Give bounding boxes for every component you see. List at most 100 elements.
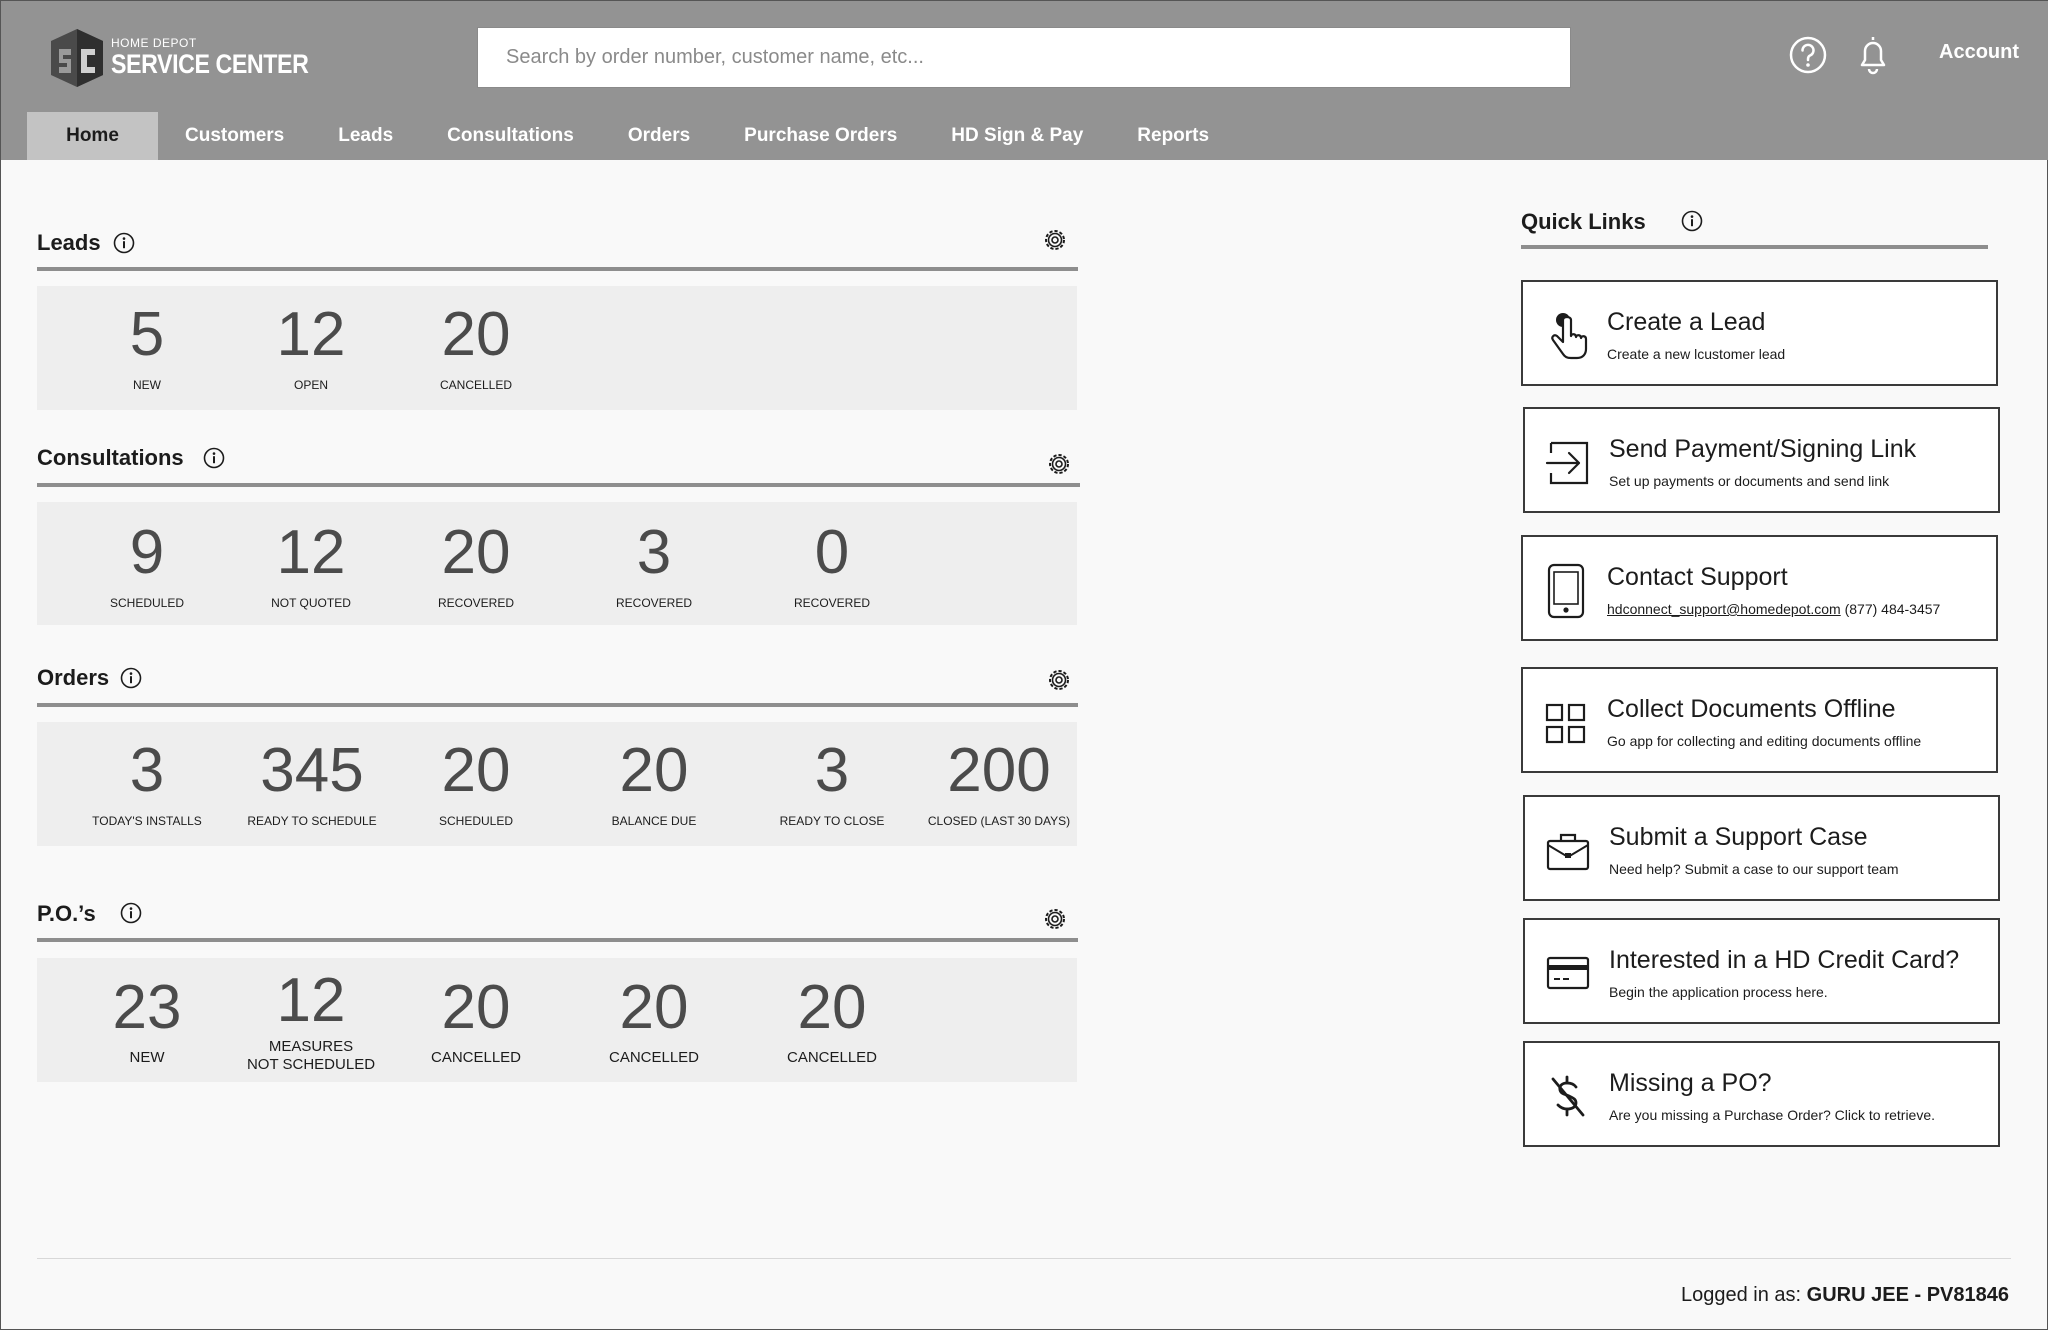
consultations-stat-not-quoted[interactable]: 12 NOT QUOTED xyxy=(221,522,401,612)
no-dollar-icon xyxy=(1551,1075,1585,1117)
nav-hd-sign-pay[interactable]: HD Sign & Pay xyxy=(924,112,1110,160)
stat-label: CANCELLED xyxy=(608,1049,700,1066)
help-icon[interactable] xyxy=(1788,35,1828,75)
notification-bell-icon[interactable] xyxy=(1853,33,1893,77)
logged-in-status: Logged in as: GURU JEE - PV81846 xyxy=(1681,1284,2009,1307)
stat-value: 345 xyxy=(260,736,364,805)
logo-top-text: HOME DEPOT xyxy=(111,36,197,50)
footer-divider xyxy=(37,1258,2011,1259)
stat-value: 12 xyxy=(276,300,346,369)
nav-reports[interactable]: Reports xyxy=(1110,112,1236,160)
pos-stat-cancelled[interactable]: 20 CANCELLED xyxy=(564,977,744,1067)
credit-card-icon xyxy=(1546,956,1590,990)
stat-label: CANCELLED xyxy=(786,1049,878,1066)
quick-link-send-payment-link[interactable]: Send Payment/Signing Link Set up payment… xyxy=(1523,407,2000,513)
stat-label: CANCELLED xyxy=(430,1049,522,1066)
pos-stat-new[interactable]: 23 NEW xyxy=(57,977,237,1067)
stat-value: 20 xyxy=(441,300,511,369)
search-input[interactable]: Search by order number, customer name, e… xyxy=(477,27,1571,88)
stat-value: 23 xyxy=(112,973,182,1042)
orders-stat-todays-installs[interactable]: 3 TODAY'S INSTALLS xyxy=(57,740,237,830)
stat-label: NEW xyxy=(129,1049,165,1066)
consultations-settings-gear-icon[interactable] xyxy=(1045,450,1073,478)
quick-link-collect-documents-offline[interactable]: Collect Documents Offline Go app for col… xyxy=(1521,667,1998,773)
pos-stat-cancelled[interactable]: 20 CANCELLED xyxy=(386,977,566,1067)
quick-link-title: Submit a Support Case xyxy=(1609,823,1868,851)
hand-pointer-icon xyxy=(1551,313,1588,360)
pos-stat-measures-not-scheduled[interactable]: 12 MEASURES NOT SCHEDULED xyxy=(221,970,401,1074)
stat-label: CANCELLED xyxy=(439,378,513,392)
quick-link-missing-po[interactable]: Missing a PO? Are you missing a Purchase… xyxy=(1523,1041,2000,1147)
orders-stat-balance-due[interactable]: 20 BALANCE DUE xyxy=(564,740,744,830)
quick-links-title: Quick Links xyxy=(1521,209,1646,234)
quick-link-contact-support[interactable]: Contact Support hdconnect_support@homede… xyxy=(1521,535,1998,641)
account-menu[interactable]: Account xyxy=(1939,41,2019,64)
quick-link-description: Set up payments or documents and send li… xyxy=(1609,473,1890,489)
pos-settings-gear-icon[interactable] xyxy=(1041,905,1069,933)
consultations-info-icon[interactable] xyxy=(203,447,225,469)
app-header: HOME DEPOT SERVICE CENTER Search by orde… xyxy=(1,1,2048,160)
consultations-stat-scheduled[interactable]: 9 SCHEDULED xyxy=(57,522,237,612)
stat-label-line2: NOT SCHEDULED xyxy=(246,1056,376,1073)
stat-label: RECOVERED xyxy=(437,596,514,610)
logged-in-prefix: Logged in as: xyxy=(1681,1284,1802,1306)
stat-value: 3 xyxy=(129,736,165,805)
nav-home[interactable]: Home xyxy=(27,112,158,160)
orders-stat-panel: 3 TODAY'S INSTALLS 345 READY TO SCHEDULE… xyxy=(37,722,1077,846)
orders-divider xyxy=(37,703,1078,707)
send-arrow-icon xyxy=(1545,441,1589,485)
pos-info-icon[interactable] xyxy=(120,902,142,924)
briefcase-icon xyxy=(1546,833,1590,871)
orders-stat-scheduled[interactable]: 20 SCHEDULED xyxy=(386,740,566,830)
leads-info-icon[interactable] xyxy=(113,232,135,254)
pos-stat-cancelled[interactable]: 20 CANCELLED xyxy=(742,977,922,1067)
quick-link-title: Missing a PO? xyxy=(1609,1069,1772,1097)
stat-label: RECOVERED xyxy=(793,596,870,610)
quick-link-description: Need help? Submit a case to our support … xyxy=(1609,861,1899,877)
stat-label: READY TO SCHEDULE xyxy=(247,814,377,828)
grid-icon xyxy=(1545,703,1586,744)
consultations-stat-recovered[interactable]: 0 RECOVERED xyxy=(742,522,922,612)
pos-divider xyxy=(37,938,1078,942)
quick-link-create-lead[interactable]: Create a Lead Create a new lcustomer lea… xyxy=(1521,280,1998,386)
stat-label: READY TO CLOSE xyxy=(779,814,885,828)
service-center-logo[interactable]: HOME DEPOT SERVICE CENTER xyxy=(47,27,309,91)
nav-consultations[interactable]: Consultations xyxy=(420,112,601,160)
orders-info-icon[interactable] xyxy=(120,667,142,689)
orders-stat-ready-to-close[interactable]: 3 READY TO CLOSE xyxy=(742,740,922,830)
nav-purchase-orders[interactable]: Purchase Orders xyxy=(717,112,924,160)
quick-links-info-icon[interactable] xyxy=(1681,210,1703,232)
support-email-link[interactable]: hdconnect_support@homedepot.com xyxy=(1607,601,1841,617)
orders-title: Orders xyxy=(37,665,110,690)
quick-link-description: Create a new lcustomer lead xyxy=(1607,346,1786,362)
consultations-stat-panel: 9 SCHEDULED 12 NOT QUOTED 20 RECOVERED 3… xyxy=(37,502,1077,625)
stat-label: CLOSED (LAST 30 DAYS) xyxy=(927,814,1071,828)
logo-main-text: SERVICE CENTER xyxy=(111,49,309,79)
nav-customers[interactable]: Customers xyxy=(158,112,311,160)
consultations-stat-recovered[interactable]: 3 RECOVERED xyxy=(564,522,744,612)
stat-label: SCHEDULED xyxy=(109,596,184,610)
quick-link-title: Collect Documents Offline xyxy=(1607,695,1896,723)
quick-link-submit-support-case[interactable]: Submit a Support Case Need help? Submit … xyxy=(1523,795,2000,901)
quick-link-description: Are you missing a Purchase Order? Click … xyxy=(1609,1107,1936,1123)
nav-orders[interactable]: Orders xyxy=(601,112,717,160)
nav-leads[interactable]: Leads xyxy=(311,112,420,160)
main-nav: Home Customers Leads Consultations Order… xyxy=(27,112,1236,160)
orders-stat-ready-to-schedule[interactable]: 345 READY TO SCHEDULE xyxy=(222,740,402,830)
stat-value: 20 xyxy=(619,736,689,805)
leads-settings-gear-icon[interactable] xyxy=(1041,226,1069,254)
support-phone: (877) 484-3457 xyxy=(1844,601,1941,617)
quick-link-hd-credit-card[interactable]: Interested in a HD Credit Card? Begin th… xyxy=(1523,918,2000,1024)
stat-value: 20 xyxy=(797,973,867,1042)
search-placeholder: Search by order number, customer name, e… xyxy=(506,46,924,68)
leads-stat-open[interactable]: 12 OPEN xyxy=(221,304,401,394)
leads-title: Leads xyxy=(37,230,101,255)
consultations-stat-recovered[interactable]: 20 RECOVERED xyxy=(386,522,566,612)
orders-settings-gear-icon[interactable] xyxy=(1045,666,1073,694)
orders-stat-closed-last-30-days[interactable]: 200 CLOSED (LAST 30 DAYS) xyxy=(909,740,1089,830)
leads-stat-new[interactable]: 5 NEW xyxy=(57,304,237,394)
leads-divider xyxy=(37,267,1078,271)
leads-stat-cancelled[interactable]: 20 CANCELLED xyxy=(386,304,566,394)
quick-link-description: Begin the application process here. xyxy=(1609,984,1828,1000)
tablet-icon xyxy=(1547,563,1585,619)
